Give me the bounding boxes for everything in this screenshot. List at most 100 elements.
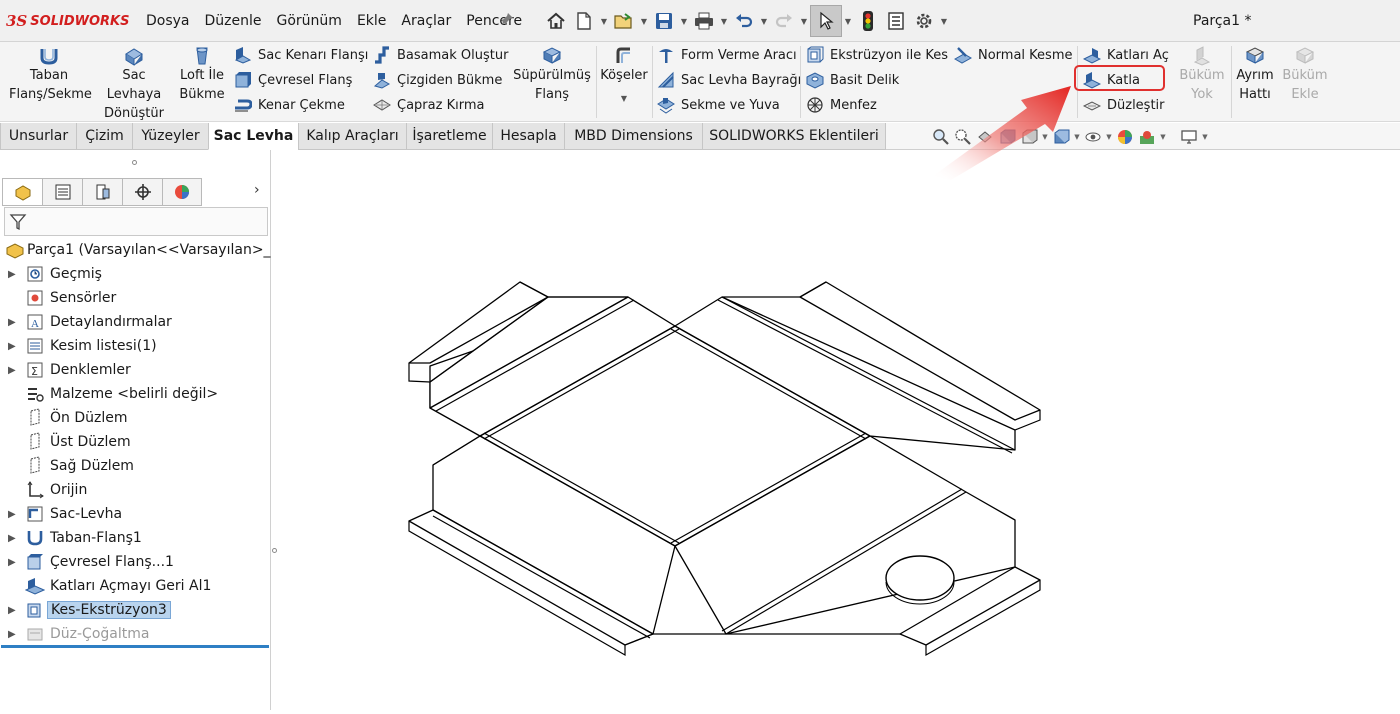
expand-arrow-icon[interactable]: ▶ <box>8 341 16 352</box>
tree-item-origin[interactable]: Orijin <box>0 478 271 502</box>
tab-unsurlar[interactable]: Unsurlar <box>0 123 76 150</box>
save-icon[interactable] <box>650 7 678 35</box>
forming-tool-button[interactable]: Form Verme Aracı <box>657 44 797 66</box>
tree-item-annotations[interactable]: ▶ A Detaylandırmalar <box>0 310 271 334</box>
miter-flange-button[interactable]: Çevresel Flanş <box>234 69 352 91</box>
equations-icon: Σ <box>27 362 43 378</box>
expand-arrow-icon[interactable]: ▶ <box>8 509 16 520</box>
undo-dropdown-icon[interactable]: ▼ <box>758 7 770 35</box>
tab-isaretleme[interactable]: İşaretleme <box>406 123 492 150</box>
tree-item-flat-pattern[interactable]: ▶ Düz-Çoğaltma <box>0 622 271 646</box>
sheet-metal-gusset-button[interactable]: Sac Levha Bayrağı <box>657 69 801 91</box>
featuremanager-tree-icon[interactable] <box>2 178 42 206</box>
base-flange-button[interactable]: Taban Flanş/Sekme <box>8 46 92 104</box>
tab-and-slot-button[interactable]: Sekme ve Yuva <box>657 94 780 116</box>
tree-item-fold[interactable]: Katları Açmayı Geri Al1 <box>0 574 271 598</box>
hide-show-dropdown-icon[interactable]: ▼ <box>1104 133 1114 141</box>
corners-button[interactable]: Köşeler ▼ <box>599 46 649 108</box>
feature-tree-filter[interactable] <box>4 207 268 236</box>
chevron-right-icon[interactable]: › <box>254 182 260 198</box>
print-icon[interactable] <box>690 7 718 35</box>
graphics-area[interactable] <box>277 150 1400 710</box>
tree-item-front-plane[interactable]: Ön Düzlem <box>0 406 271 430</box>
hem-button[interactable]: Kenar Çekme <box>234 94 345 116</box>
vent-button[interactable]: Menfez <box>806 94 877 116</box>
edge-flange-button[interactable]: Sac Kenarı Flanşı <box>234 44 368 66</box>
plane-icon <box>30 432 40 450</box>
tree-item-right-plane[interactable]: Sağ Düzlem <box>0 454 271 478</box>
tree-item-sensors[interactable]: Sensörler <box>0 286 271 310</box>
tab-solidworks-eklentileri[interactable]: SOLIDWORKS Eklentileri <box>702 123 886 150</box>
scene-dropdown-icon[interactable]: ▼ <box>1158 133 1168 141</box>
lofted-bend-button[interactable]: Loft İle Bükme <box>177 46 227 104</box>
tab-kalip-araclari[interactable]: Kalıp Araçları <box>298 123 406 150</box>
expand-arrow-icon[interactable]: ▶ <box>8 317 16 328</box>
new-dropdown-icon[interactable]: ▼ <box>598 7 610 35</box>
convert-to-sheet-metal-button[interactable]: Sac Levhaya Dönüştür <box>93 46 175 123</box>
options-dropdown-icon[interactable]: ▼ <box>938 7 950 35</box>
tree-item-top-plane[interactable]: Üst Düzlem <box>0 430 271 454</box>
normal-cut-button[interactable]: Normal Kesme <box>954 44 1072 66</box>
rebuild-icon[interactable] <box>854 7 882 35</box>
new-document-icon[interactable] <box>570 7 598 35</box>
menu-gorunum[interactable]: Görünüm <box>277 13 342 29</box>
open-dropdown-icon[interactable]: ▼ <box>638 7 650 35</box>
undo-icon[interactable] <box>730 7 758 35</box>
tree-root-part[interactable]: Parça1 (Varsayılan<<Varsayılan>_Gö <box>0 238 271 262</box>
view-settings-dropdown-icon[interactable]: ▼ <box>1200 133 1210 141</box>
tree-item-material[interactable]: Malzeme <belirli değil> <box>0 382 271 406</box>
apply-scene-icon[interactable] <box>1136 127 1158 147</box>
menu-dosya[interactable]: Dosya <box>146 13 190 29</box>
pin-icon[interactable] <box>500 12 514 29</box>
tree-item-miter-flange[interactable]: ▶ Çevresel Flanş...1 <box>0 550 271 574</box>
menu-duzenle[interactable]: Düzenle <box>205 13 262 29</box>
hide-show-items-icon[interactable] <box>1082 127 1104 147</box>
swept-flange-button[interactable]: Süpürülmüş Flanş <box>512 46 592 104</box>
expand-arrow-icon[interactable]: ▶ <box>8 557 16 568</box>
cross-break-button[interactable]: Çapraz Kırma <box>373 94 484 116</box>
sketched-bend-button[interactable]: Çizgiden Bükme <box>373 69 502 91</box>
file-properties-icon[interactable] <box>882 7 910 35</box>
tree-item-equations[interactable]: ▶ Σ Denklemler <box>0 358 271 382</box>
rollback-bar[interactable] <box>1 645 269 648</box>
corners-dropdown-icon[interactable]: ▼ <box>621 89 627 108</box>
tab-hesapla[interactable]: Hesapla <box>492 123 564 150</box>
print-dropdown-icon[interactable]: ▼ <box>718 7 730 35</box>
flatten-button[interactable]: Düzleştir <box>1083 94 1165 116</box>
select-pointer-icon[interactable] <box>810 5 842 37</box>
menu-araclar[interactable]: Araçlar <box>401 13 451 29</box>
view-settings-icon[interactable] <box>1178 127 1200 147</box>
tab-yuzeyler[interactable]: Yüzeyler <box>132 123 208 150</box>
expand-arrow-icon[interactable]: ▶ <box>8 533 16 544</box>
edit-appearance-icon[interactable] <box>1114 127 1136 147</box>
tree-item-cut-extrude[interactable]: ▶ Kes-Ekstrüzyon3 <box>0 598 271 622</box>
solidworks-logo[interactable]: 3S SOLIDWORKS <box>6 10 129 32</box>
tab-mbd-dimensions[interactable]: MBD Dimensions <box>564 123 702 150</box>
unfold-button[interactable]: Katları Aç <box>1083 44 1169 66</box>
property-manager-icon[interactable] <box>42 178 82 206</box>
tree-item-cut-list[interactable]: ▶ Kesim listesi(1) <box>0 334 271 358</box>
jog-button[interactable]: Basamak Oluştur <box>373 44 508 66</box>
tab-cizim[interactable]: Çizim <box>76 123 132 150</box>
menu-ekle[interactable]: Ekle <box>357 13 386 29</box>
expand-arrow-icon[interactable]: ▶ <box>8 269 16 280</box>
options-gear-icon[interactable] <box>910 7 938 35</box>
tree-item-history[interactable]: ▶ Geçmiş <box>0 262 271 286</box>
display-manager-icon[interactable] <box>162 178 202 206</box>
configuration-manager-icon[interactable] <box>82 178 122 206</box>
dimxpert-manager-icon[interactable] <box>122 178 162 206</box>
save-dropdown-icon[interactable]: ▼ <box>678 7 690 35</box>
tree-item-base-flange[interactable]: ▶ Taban-Flanş1 <box>0 526 271 550</box>
open-icon[interactable] <box>610 7 638 35</box>
tab-sac-levha[interactable]: Sac Levha <box>208 123 298 150</box>
rip-button[interactable]: Ayrım Hattı <box>1234 46 1276 104</box>
simple-hole-button[interactable]: Basit Delik <box>806 69 899 91</box>
select-dropdown-icon[interactable]: ▼ <box>842 7 854 35</box>
panel-grip-icon[interactable] <box>132 160 137 165</box>
expand-arrow-icon[interactable]: ▶ <box>8 365 16 376</box>
extruded-cut-button[interactable]: Ekstrüzyon ile Kes <box>806 44 948 66</box>
expand-arrow-icon[interactable]: ▶ <box>8 605 16 616</box>
home-icon[interactable] <box>542 7 570 35</box>
tree-item-sheet-metal[interactable]: ▶ Sac-Levha <box>0 502 271 526</box>
expand-arrow-icon[interactable]: ▶ <box>8 629 16 640</box>
